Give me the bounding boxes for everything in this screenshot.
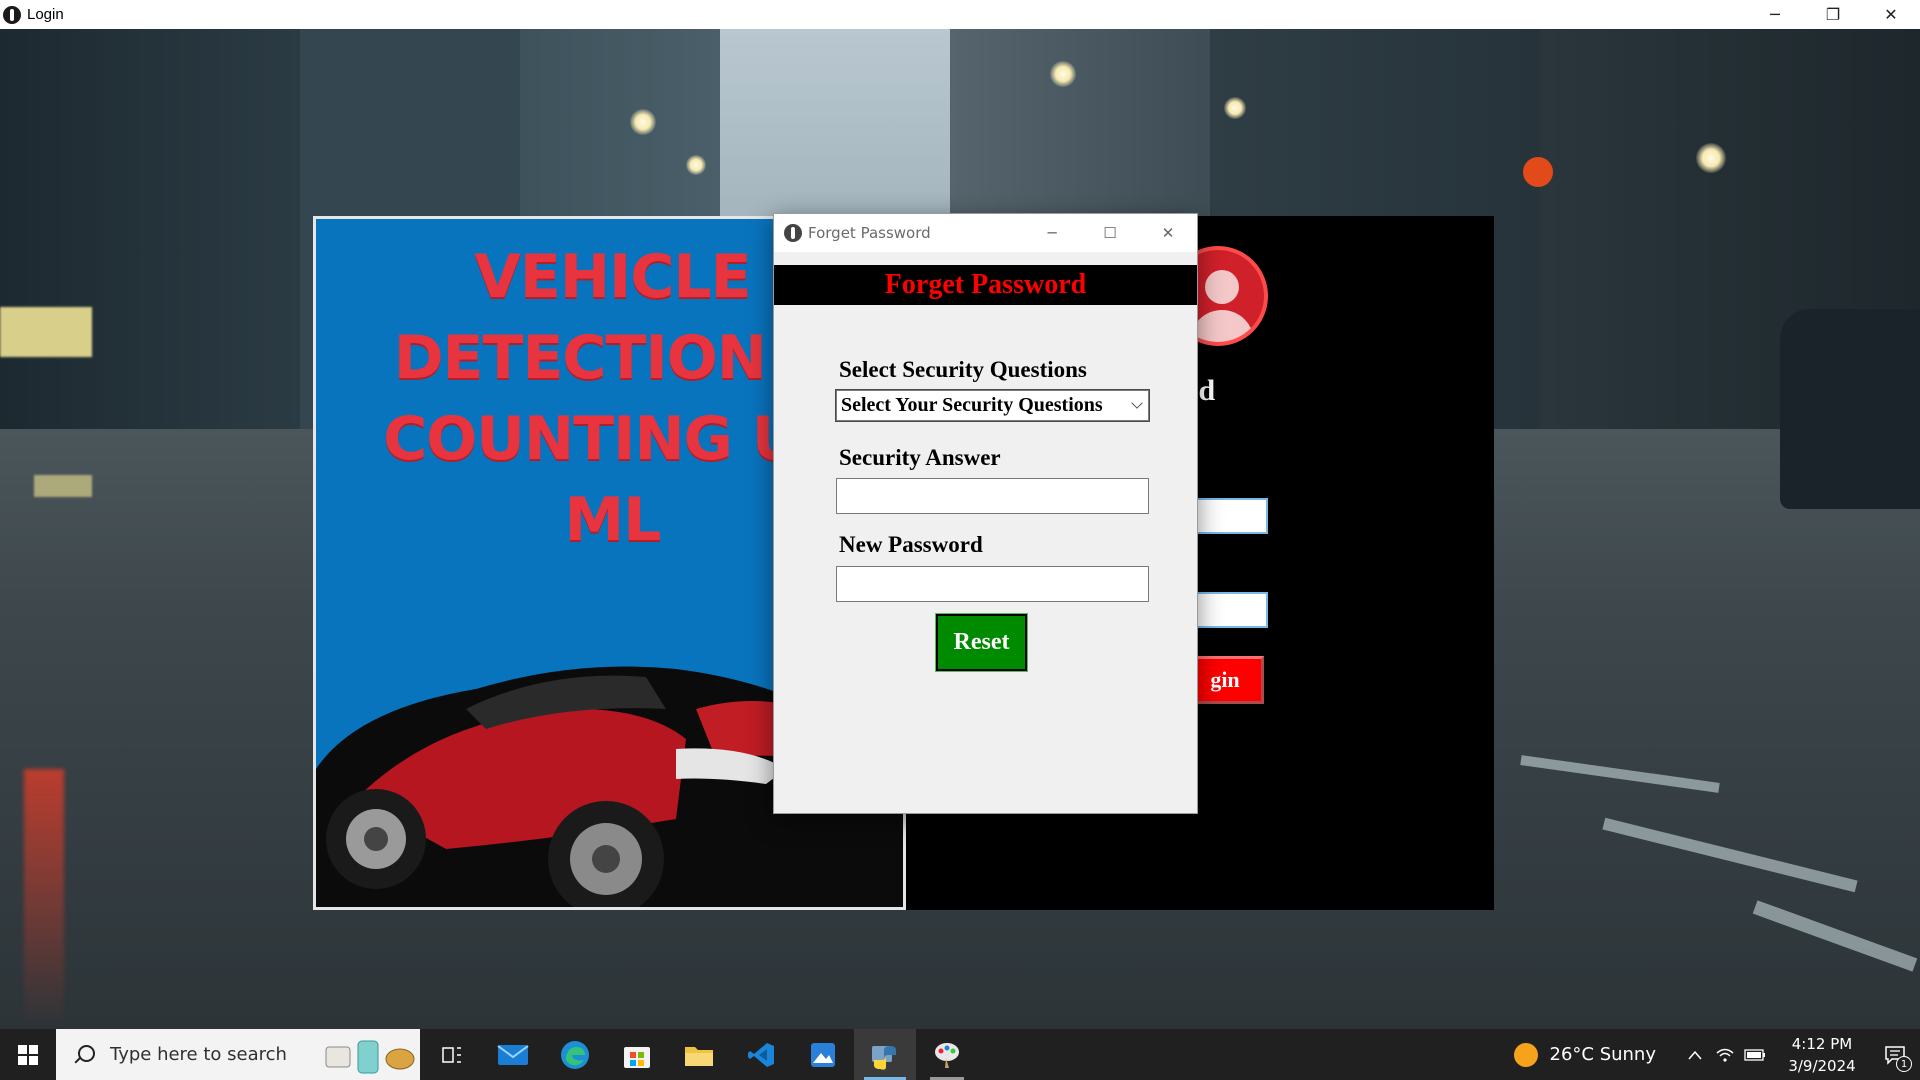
- new-password-field[interactable]: [836, 566, 1149, 602]
- shop-sign-glow: [0, 307, 92, 357]
- background-sky: [720, 29, 950, 229]
- clock-date: 3/9/2024: [1788, 1056, 1856, 1075]
- chevron-down-icon[interactable]: [1131, 397, 1143, 409]
- dialog-close-button[interactable]: ✕: [1139, 214, 1197, 252]
- taskbar-search-box[interactable]: Type here to search: [56, 1029, 420, 1080]
- file-explorer-icon[interactable]: [668, 1029, 730, 1080]
- forget-password-dialog: Forget Password ─ ☐ ✕ Forget Password Se…: [773, 213, 1198, 814]
- python-app-icon[interactable]: [854, 1029, 916, 1080]
- photos-icon[interactable]: [792, 1029, 854, 1080]
- security-answer-label: Security Answer: [839, 445, 1001, 470]
- traffic-light: [1523, 157, 1553, 187]
- dialog-controls: ─ ☐ ✕: [1023, 214, 1197, 252]
- start-button[interactable]: [0, 1029, 56, 1080]
- app-feather-icon: [3, 5, 21, 24]
- shop-sign-glow: [34, 475, 92, 497]
- street-lamp: [1224, 97, 1246, 119]
- notification-count-badge: 1: [1896, 1056, 1912, 1072]
- dialog-feather-icon: [784, 224, 802, 242]
- street-lamp: [686, 155, 706, 175]
- edge-browser-icon[interactable]: [544, 1029, 606, 1080]
- mail-icon[interactable]: [482, 1029, 544, 1080]
- search-placeholder: Type here to search: [110, 1044, 287, 1065]
- minimize-button[interactable]: ─: [1746, 0, 1804, 29]
- dialog-header-title: Forget Password: [884, 269, 1087, 300]
- background-building-left: [0, 29, 300, 449]
- microsoft-store-icon[interactable]: [606, 1029, 668, 1080]
- street-lamp: [1050, 61, 1076, 87]
- battery-icon[interactable]: [1740, 1029, 1770, 1080]
- security-question-label: Select Security Questions: [839, 357, 1087, 382]
- main-window-controls: ─ ❐ ✕: [1746, 0, 1920, 29]
- dialog-titlebar: Forget Password ─ ☐ ✕: [774, 214, 1197, 252]
- security-question-selected: Select Your Security Questions: [841, 394, 1103, 416]
- taskbar: Type here to search 26°C Sunny 4:12 PM 3…: [0, 1029, 1920, 1080]
- restore-button[interactable]: ❐: [1804, 0, 1862, 29]
- dialog-title: Forget Password: [808, 224, 931, 242]
- login-button-label: gin: [1210, 667, 1240, 692]
- task-view-icon[interactable]: [420, 1029, 482, 1080]
- vs-code-icon[interactable]: [730, 1029, 792, 1080]
- street-lamp: [1696, 143, 1726, 173]
- search-highlight-icon: [325, 1040, 415, 1074]
- wifi-icon[interactable]: [1710, 1029, 1740, 1080]
- system-tray: 26°C Sunny 4:12 PM 3/9/2024 1: [1513, 1029, 1920, 1080]
- reset-button[interactable]: Reset: [935, 613, 1028, 672]
- notification-center-button[interactable]: 1: [1870, 1029, 1920, 1080]
- close-button[interactable]: ✕: [1862, 0, 1920, 29]
- main-window-title: Login: [27, 6, 64, 23]
- dialog-header-bar: Forget Password: [774, 265, 1197, 305]
- dialog-maximize-button[interactable]: ☐: [1081, 214, 1139, 252]
- new-password-label: New Password: [839, 532, 983, 557]
- taskbar-clock[interactable]: 4:12 PM 3/9/2024: [1774, 1033, 1870, 1077]
- parked-car: [1780, 309, 1920, 509]
- main-window-titlebar: Login ─ ❐ ✕: [0, 0, 1920, 29]
- weather-text[interactable]: 26°C Sunny: [1550, 1044, 1657, 1065]
- dialog-minimize-button[interactable]: ─: [1023, 214, 1081, 252]
- security-question-select[interactable]: Select Your Security Questions: [835, 389, 1150, 422]
- search-icon: [74, 1044, 95, 1065]
- sun-weather-icon[interactable]: [1513, 1042, 1538, 1067]
- clock-time: 4:12 PM: [1791, 1034, 1853, 1053]
- street-lamp: [630, 109, 656, 135]
- security-answer-field[interactable]: [836, 478, 1149, 514]
- chevron-up-icon[interactable]: [1680, 1029, 1710, 1080]
- windows-logo-icon: [18, 1044, 38, 1065]
- red-light-reflection: [24, 769, 64, 1029]
- paint-app-icon[interactable]: [916, 1029, 978, 1080]
